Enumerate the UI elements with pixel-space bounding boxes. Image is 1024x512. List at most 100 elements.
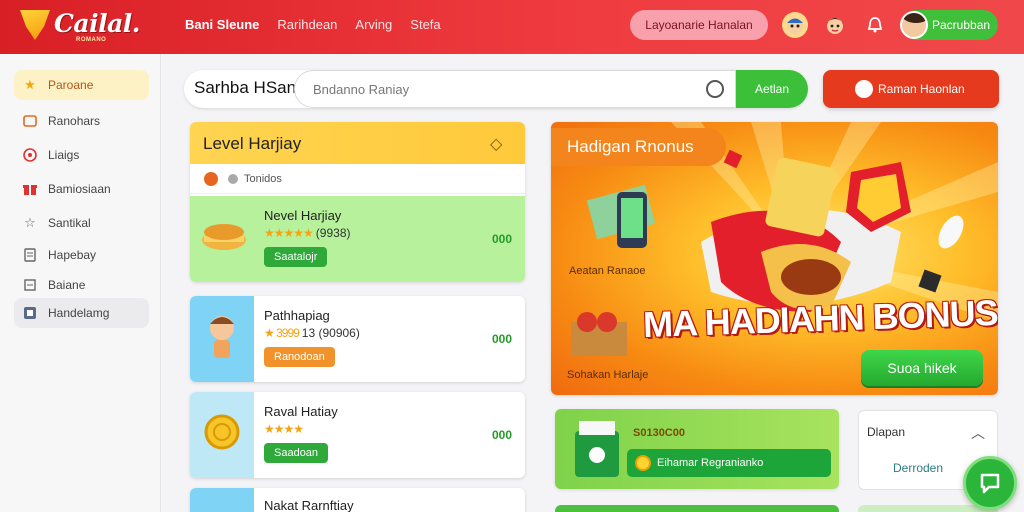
promo-strip: [555, 505, 839, 512]
rating-count: 13 (90906): [301, 326, 360, 340]
search-title: Sarhba HSan: [194, 78, 297, 97]
sidebar-item-liaigs[interactable]: Liaigs: [14, 140, 149, 170]
coin-icon: [190, 392, 254, 478]
dropdown-value: Derroden: [892, 461, 944, 475]
target-icon: [22, 147, 38, 163]
level-header: Level Harjiay ◇: [190, 122, 525, 164]
level-sub-label: Tonidos: [244, 172, 282, 185]
sidebar-item-handelamg[interactable]: Handelamg: [14, 298, 149, 328]
promo-amount: S0130C00: [633, 427, 685, 439]
sidebar-item-santikal[interactable]: ☆ Santikal: [14, 208, 149, 238]
row-value: 000: [492, 428, 513, 442]
sidebar-item-baiane[interactable]: Baiane: [14, 270, 149, 300]
row-value: 000: [492, 232, 513, 246]
banner-caption: Sohakan Harlaje: [567, 369, 649, 381]
list-item[interactable]: Nakat Rarnftiay: [190, 488, 525, 512]
sidebar-item-label: Baiane: [48, 278, 86, 292]
sidebar-item-bamiosiaan[interactable]: Bamiosiaan: [14, 174, 149, 204]
search-bar: Sarhba HSan Aetlan: [184, 70, 808, 108]
mascot-girl-icon[interactable]: [822, 12, 848, 38]
logo-subtext: ROMANO: [76, 37, 107, 43]
topnav-item[interactable]: Arving: [355, 17, 392, 32]
wallet-icon: [22, 113, 38, 129]
topnav-item[interactable]: Rarihdean: [277, 17, 337, 32]
top-pill-button[interactable]: Layoanarie Hanalan: [630, 10, 768, 40]
list-icon: [22, 277, 38, 293]
coin-icon: [635, 455, 651, 471]
star-outline-icon: ☆: [24, 215, 36, 230]
list-item[interactable]: Nevel Harjiay ★★★★★ (9938) Saatalojr 000: [190, 196, 525, 282]
search-input[interactable]: [294, 70, 736, 108]
search-button[interactable]: Aetlan: [736, 70, 808, 108]
sidebar-item-ranohars[interactable]: Ranohars: [14, 106, 149, 136]
banner-button[interactable]: Suoa hikek: [861, 350, 983, 386]
bonus-banner[interactable]: Hadigan Rnonus Aeatan Ranaoe Sohakan Har…: [551, 122, 998, 395]
sidebar: ★ Paroane Ranohars Liaigs Bamiosiaan ☆ S…: [0, 54, 161, 512]
level-subheader: Tonidos: [190, 164, 525, 194]
sidebar-item-label: Handelamg: [48, 306, 110, 320]
row-title: Raval Hatiay: [264, 404, 338, 419]
level-title: Level Harjiay: [203, 134, 302, 153]
badge-icon: [204, 171, 218, 186]
list-item[interactable]: Raval Hatiay ★★★★ Saadoan 000: [190, 392, 525, 478]
stars-text: ★★★★★: [264, 226, 314, 240]
rating-stars: ★★★★★ (9938): [264, 226, 350, 240]
stars-text: ★ 3999: [264, 326, 300, 340]
sidebar-item-label: Hapebay: [48, 248, 97, 262]
logo-text: Cailal.: [54, 9, 141, 38]
rating-stars: ★★★★: [264, 422, 304, 436]
row-button[interactable]: Ranodoan: [264, 347, 335, 367]
topnav-item[interactable]: Bani Sleune: [185, 17, 259, 32]
sidebar-item-label: Paroane: [48, 78, 94, 92]
profile-button-label: Pacrubban: [932, 18, 991, 32]
mascot-boy-icon[interactable]: [782, 12, 808, 38]
box-icon: [22, 305, 38, 321]
profile-button[interactable]: Pacrubban: [900, 10, 998, 40]
avatar: [900, 11, 928, 39]
search-icon[interactable]: [706, 80, 724, 98]
brand-logo[interactable]: Cailal. ROMANO: [16, 6, 156, 46]
banner-title: Hadigan Rnonus: [551, 128, 726, 166]
promo-button-label: Eihamar Regranianko: [657, 457, 764, 469]
topnav-item[interactable]: Stefa: [410, 17, 440, 32]
row-button[interactable]: Saatalojr: [264, 247, 328, 267]
top-bar: Cailal. ROMANO Bani Sleune Rarihdean Arv…: [0, 0, 1024, 54]
rating-stars: ★ 3999 13 (90906): [264, 326, 360, 340]
row-value: 000: [492, 332, 513, 346]
stars-text: ★★★★: [264, 422, 304, 436]
rating-count: (9938): [315, 226, 351, 240]
expand-icon[interactable]: ◇: [490, 134, 502, 154]
row-title: Nevel Harjiay: [264, 208, 342, 223]
sidebar-item-label: Bamiosiaan: [48, 182, 111, 196]
gift-icon: [22, 181, 38, 197]
sidebar-item-hapebay[interactable]: Hapebay: [14, 240, 149, 270]
banner-caption: Aeatan Ranaoe: [569, 265, 646, 277]
dot-icon: [228, 173, 238, 184]
row-title: Pathhapiag: [264, 308, 330, 323]
chat-icon: [980, 473, 1000, 494]
chevron-up-icon[interactable]: ︿: [971, 423, 985, 443]
dropdown-label: Dlapan: [867, 425, 906, 439]
logo-mark-icon: [20, 10, 50, 40]
row-button[interactable]: Saadoan: [264, 443, 329, 463]
cta-button[interactable]: Raman Haonlan: [823, 70, 999, 108]
sidebar-item-label: Ranohars: [48, 114, 101, 128]
sandwich-icon: [190, 196, 254, 282]
sidebar-item-label: Santikal: [48, 216, 91, 230]
row-title: Nakat Rarnftiay: [264, 498, 354, 512]
star-icon: ★: [24, 77, 36, 92]
cta-dot-icon: [855, 80, 873, 98]
character-thumb-icon: [190, 296, 254, 382]
cta-button-label: Raman Haonlan: [878, 82, 965, 96]
item-thumb-icon: [190, 488, 254, 512]
sidebar-item-label: Liaigs: [48, 148, 80, 162]
document-icon: [22, 247, 38, 263]
shopping-bag-icon: [575, 421, 619, 477]
notification-bell-icon[interactable]: [862, 12, 888, 38]
promo-card[interactable]: S0130C00 Eihamar Regranianko: [555, 409, 839, 489]
list-item[interactable]: Pathhapiag ★ 3999 13 (90906) Ranodoan 000: [190, 296, 525, 382]
top-nav: Bani Sleune Rarihdean Arving Stefa: [185, 17, 441, 32]
sidebar-item-paroane[interactable]: ★ Paroane: [14, 70, 149, 100]
promo-button[interactable]: Eihamar Regranianko: [627, 449, 831, 477]
chat-fab-button[interactable]: [963, 456, 1017, 510]
